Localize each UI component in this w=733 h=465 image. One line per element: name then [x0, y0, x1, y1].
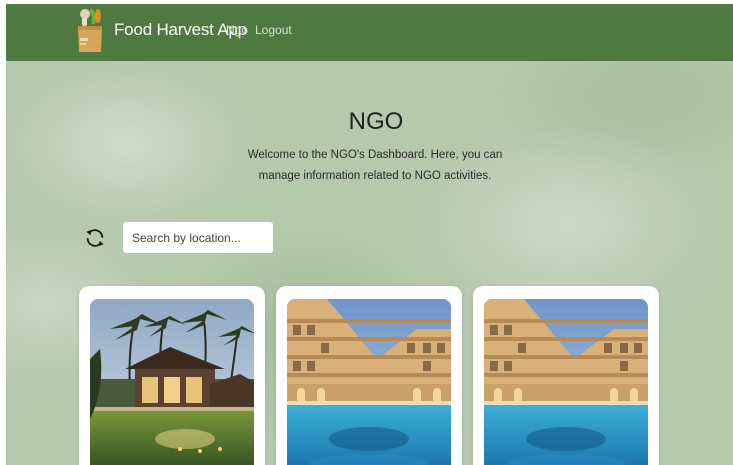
tropical-villa-pool-photo	[90, 299, 254, 465]
grocery-bag-icon[interactable]	[76, 8, 104, 54]
page-title: NGO	[348, 108, 404, 135]
ngo-card[interactable]	[473, 286, 659, 465]
hotel-pool-photo	[484, 299, 648, 465]
ngo-card[interactable]	[276, 286, 462, 465]
nav-link-logout[interactable]: Logout	[255, 23, 292, 37]
page-frame: Food Harvest App Ngo Logout NGO Welcome …	[6, 4, 733, 465]
ngo-card[interactable]	[79, 286, 265, 465]
refresh-icon[interactable]	[84, 227, 106, 249]
search-location-input[interactable]	[123, 222, 273, 253]
welcome-text: Welcome to the NGO's Dashboard. Here, yo…	[247, 149, 503, 182]
hotel-pool-photo	[287, 299, 451, 465]
nav-link-ngo[interactable]: Ngo	[226, 23, 248, 37]
navbar: Food Harvest App Ngo Logout	[6, 4, 733, 61]
